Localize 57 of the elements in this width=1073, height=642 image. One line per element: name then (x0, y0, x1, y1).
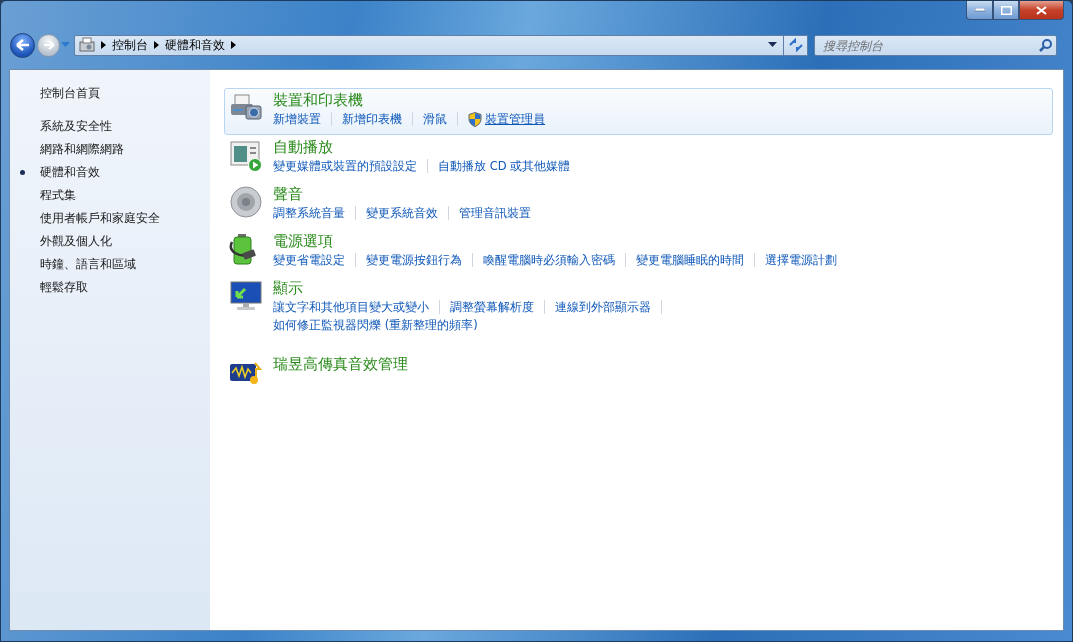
sidebar-link[interactable]: 系統及安全性 (10, 115, 210, 138)
link[interactable]: 調整螢幕解析度 (450, 299, 534, 315)
sidebar-link[interactable]: 硬體和音效 (10, 161, 210, 184)
sidebar-link[interactable]: 使用者帳戶和家庭安全 (10, 207, 210, 230)
breadcrumb[interactable]: 硬體和音效 (165, 36, 225, 54)
address-bar[interactable]: 控制台 硬體和音效 (74, 34, 784, 56)
refresh-arrows-icon (787, 38, 804, 52)
link[interactable]: 新增印表機 (342, 111, 402, 127)
breadcrumb[interactable]: 控制台 (112, 36, 148, 54)
speaker-icon (229, 185, 263, 219)
arrow-left-icon (15, 39, 30, 51)
link[interactable]: 變更電源按鈕行為 (366, 252, 462, 268)
sidebar-link[interactable]: 輕鬆存取 (10, 276, 210, 299)
link[interactable]: 變更媒體或裝置的預設設定 (273, 158, 417, 174)
minimize-button[interactable] (966, 1, 993, 20)
link[interactable]: 選擇電源計劃 (765, 252, 837, 268)
close-icon (1036, 5, 1047, 15)
search-icon (1039, 38, 1052, 52)
chevron-right-icon (101, 41, 106, 49)
category-title[interactable]: 電源選項 (273, 232, 333, 251)
link[interactable]: 新增裝置 (273, 111, 321, 127)
category-title[interactable]: 裝置和印表機 (273, 91, 363, 110)
maximize-icon (1000, 5, 1012, 15)
link[interactable]: 變更系統音效 (366, 205, 438, 221)
link[interactable]: 喚醒電腦時必須輸入密碼 (483, 252, 615, 268)
sidebar-link[interactable]: 網路和網際網路 (10, 138, 210, 161)
sidebar-link[interactable]: 外觀及個人化 (10, 230, 210, 253)
link[interactable]: 變更省電設定 (273, 252, 345, 268)
chevron-right-icon (154, 41, 159, 49)
arrow-right-icon (42, 40, 55, 50)
link[interactable]: 變更電腦睡眠的時間 (636, 252, 744, 268)
maximize-button[interactable] (993, 1, 1019, 20)
dropdown-caret-icon[interactable] (768, 42, 777, 48)
category-title[interactable]: 聲音 (273, 185, 303, 204)
category-title[interactable]: 瑞昱高傳真音效管理 (273, 355, 408, 374)
link[interactable]: 裝置管理員 (485, 111, 545, 127)
link[interactable]: 讓文字和其他項目變大或變小 (273, 299, 429, 315)
sidebar-link[interactable]: 控制台首頁 (10, 82, 210, 105)
sidebar-link[interactable]: 時鐘、語言和區域 (10, 253, 210, 276)
sidebar-link[interactable]: 程式集 (10, 184, 210, 207)
chevron-right-icon (231, 41, 236, 49)
link[interactable]: 管理音訊裝置 (459, 205, 531, 221)
search-field[interactable]: 搜尋控制台 (814, 35, 1057, 56)
back-button[interactable] (10, 32, 35, 58)
close-button[interactable] (1019, 1, 1064, 20)
link[interactable]: 如何修正監視器閃爍 (重新整理的頻率) (273, 317, 478, 333)
control-panel-icon (79, 37, 95, 53)
refresh-button[interactable] (784, 34, 808, 56)
link[interactable]: 調整系統音量 (273, 205, 345, 221)
category-title[interactable]: 顯示 (273, 279, 303, 298)
link[interactable]: 滑鼠 (423, 111, 447, 127)
link[interactable]: 連線到外部顯示器 (555, 299, 651, 315)
minimize-icon (974, 8, 985, 12)
media-window-play-icon (229, 138, 263, 172)
category-title[interactable]: 自動播放 (273, 138, 333, 157)
monitor-icon (229, 279, 263, 313)
link[interactable]: 自動播放 CD 或其他媒體 (438, 158, 571, 174)
